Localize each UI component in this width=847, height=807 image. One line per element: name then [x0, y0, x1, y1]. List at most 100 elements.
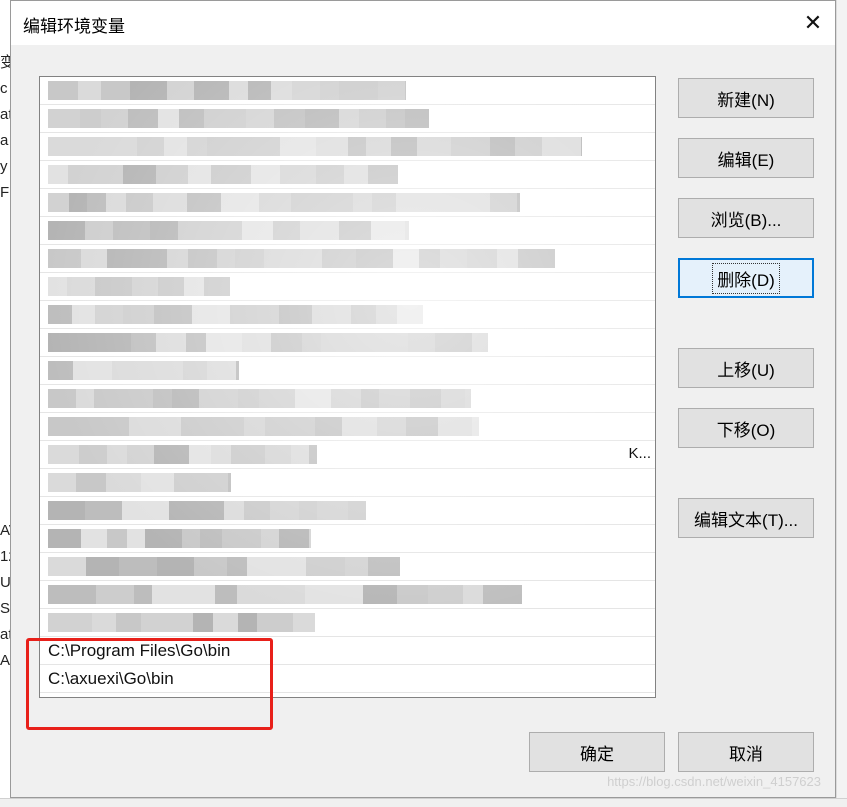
edit-text-button[interactable]: 编辑文本(T)... [678, 498, 814, 538]
path-entries-list[interactable]: C:\Program Files\Go\bin C:\axuexi\Go\bin… [39, 76, 656, 698]
redacted-list-item[interactable] [40, 469, 655, 497]
pixelation-block [518, 249, 541, 268]
delete-button[interactable]: 删除(D) [678, 258, 814, 298]
redacted-list-item[interactable] [40, 497, 655, 525]
redacted-list-item[interactable] [40, 329, 655, 357]
pixelation-block [353, 193, 372, 212]
pixelation-block [465, 389, 471, 408]
pixelation-block [348, 137, 366, 156]
pixelation-block [221, 193, 259, 212]
pixelation-block [312, 305, 351, 324]
redacted-list-item[interactable] [40, 217, 655, 245]
pixelation-block [517, 193, 520, 212]
redacted-list-item[interactable] [40, 553, 655, 581]
pixelation-block [242, 333, 271, 352]
redacted-list-item[interactable] [40, 413, 655, 441]
pixelation-block [427, 193, 453, 212]
pixelation-block [515, 137, 542, 156]
pixelation-block [257, 613, 293, 632]
pixelation-block [199, 389, 238, 408]
pixelation-block [227, 557, 247, 576]
redacted-list-item[interactable] [40, 245, 655, 273]
pixelation-block [305, 585, 329, 604]
pixelation-block [48, 81, 78, 100]
redacted-list-item[interactable] [40, 301, 655, 329]
cancel-button[interactable]: 取消 [678, 732, 814, 772]
pixelation-block [451, 137, 490, 156]
pixelation-block [378, 81, 405, 100]
pixelation-block [224, 501, 244, 520]
redacted-list-item[interactable] [40, 133, 655, 161]
pixelation-block [186, 333, 206, 352]
background-window-right-edge [836, 0, 847, 806]
close-button[interactable]: ✕ [797, 7, 829, 39]
dialog-titlebar[interactable]: 编辑环境变量 ✕ [11, 1, 835, 45]
pixelation-block [472, 417, 479, 436]
pixelation-block [377, 417, 406, 436]
pixelation-block [182, 529, 200, 548]
browse-button[interactable]: 浏览(B)... [678, 198, 814, 238]
pixelation-block [48, 361, 73, 380]
pixelation-block [145, 529, 182, 548]
pixelation-block [48, 613, 71, 632]
pixelation-block [247, 557, 276, 576]
redacted-list-item[interactable] [40, 609, 655, 637]
pixelation-block [232, 165, 251, 184]
pixelation-block [219, 417, 244, 436]
list-item[interactable]: C:\Program Files\Go\bin [40, 637, 655, 665]
redacted-list-item[interactable] [40, 105, 655, 133]
pixelation-block [119, 557, 157, 576]
pixelation-block [290, 249, 322, 268]
pixelation-block [141, 613, 174, 632]
pixelation-block [246, 109, 274, 128]
pixelation-block [244, 417, 265, 436]
pixelation-block [463, 585, 483, 604]
pixelation-block [339, 221, 371, 240]
pixelation-block [73, 137, 101, 156]
pixelation-block [204, 277, 230, 296]
redacted-list-item[interactable] [40, 77, 655, 105]
redacted-list-item[interactable] [40, 357, 655, 385]
redacted-list-item[interactable] [40, 161, 655, 189]
redacted-list-item[interactable] [40, 385, 655, 413]
list-item[interactable]: C:\axuexi\Go\bin [40, 665, 655, 693]
pixelation-block [113, 221, 150, 240]
pixelation-block [73, 585, 96, 604]
pixelation-block [48, 277, 67, 296]
pixelation-block [85, 501, 122, 520]
pixelation-block [435, 333, 472, 352]
new-button-label: 新建(N) [717, 90, 775, 110]
pixelation-block [279, 529, 309, 548]
pixelation-block [123, 305, 154, 324]
pixelation-block [107, 445, 127, 464]
pixelation-block [48, 109, 80, 128]
pixelation-block [379, 389, 410, 408]
ok-button[interactable]: 确定 [529, 732, 665, 772]
pixelation-block [150, 221, 178, 240]
pixelation-block [153, 389, 172, 408]
move-down-button[interactable]: 下移(O) [678, 408, 814, 448]
pixelation-block [86, 557, 119, 576]
redacted-list-item[interactable] [40, 525, 655, 553]
redacted-list-item[interactable] [40, 581, 655, 609]
pixelation-block [386, 109, 405, 128]
pixelation-block [72, 305, 95, 324]
redacted-list-item[interactable] [40, 441, 655, 469]
redacted-list-item[interactable] [40, 273, 655, 301]
new-button[interactable]: 新建(N) [678, 78, 814, 118]
pixelation-block [309, 529, 311, 548]
move-up-button[interactable]: 上移(U) [678, 348, 814, 388]
pixelation-block [223, 109, 246, 128]
pixelation-block [73, 361, 112, 380]
list-item-text: C:\axuexi\Go\bin [48, 669, 174, 688]
pixelation-block [215, 585, 237, 604]
pixelation-block [87, 193, 106, 212]
cancel-button-label: 取消 [729, 744, 763, 764]
edit-button[interactable]: 编辑(E) [678, 138, 814, 178]
pixelation-block [396, 193, 427, 212]
pixelation-block [381, 333, 408, 352]
pixelation-block [112, 361, 143, 380]
redacted-list-item[interactable] [40, 189, 655, 217]
pixelation-block [207, 137, 241, 156]
pixelation-block [104, 417, 129, 436]
